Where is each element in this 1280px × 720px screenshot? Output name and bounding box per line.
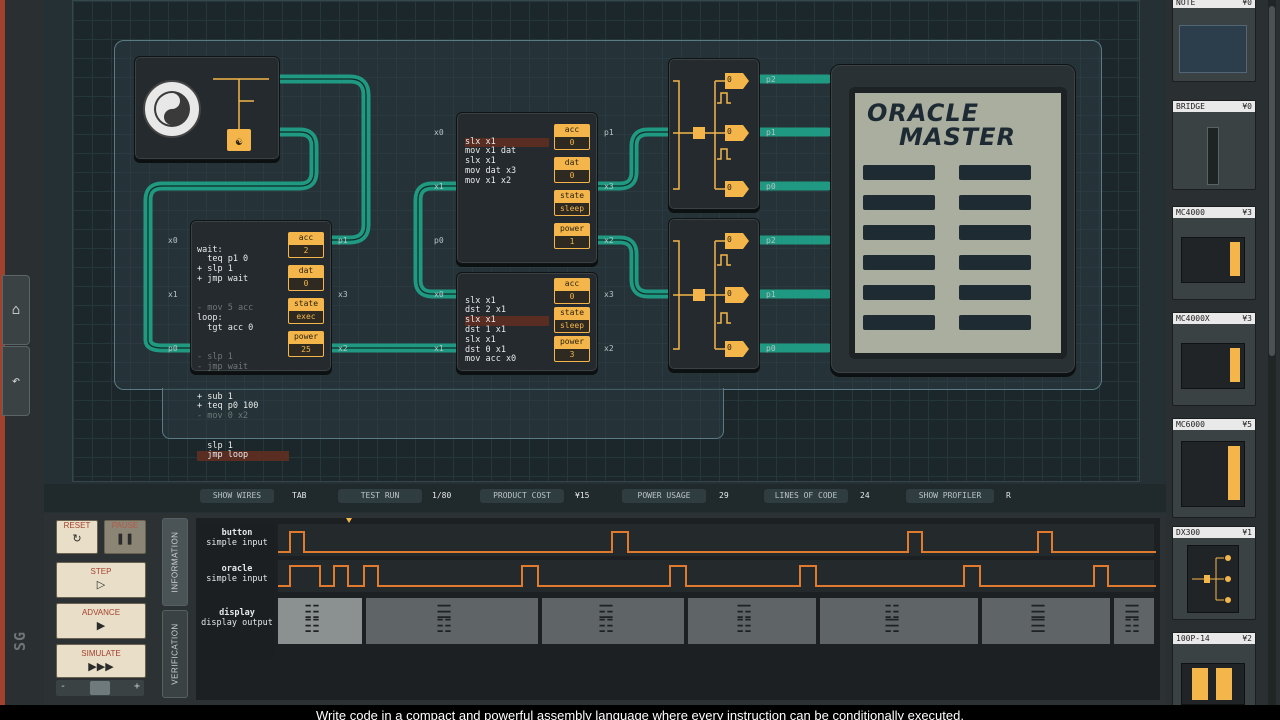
- display-frame: ☰ ☰: [982, 598, 1110, 644]
- part-100p-14[interactable]: 100P-14 ¥2: [1172, 632, 1256, 712]
- display-pattern-icon: ☷ ☴: [884, 602, 901, 637]
- scrollbar-thumb[interactable]: [1269, 6, 1275, 356]
- display-pattern-icon: ☰ ☷: [436, 602, 453, 637]
- display-pattern-icon: ☷ ☷: [304, 602, 321, 637]
- mc6000-chip-icon: [1181, 441, 1245, 507]
- oracle-trace: [278, 565, 1156, 587]
- part-name: MC4000X: [1176, 314, 1210, 323]
- part-cost: ¥2: [1242, 634, 1252, 643]
- mc4000x-chip-icon: [1181, 343, 1245, 389]
- part-name: BRIDGE: [1176, 102, 1205, 111]
- part-mc4000[interactable]: MC4000 ¥3: [1172, 206, 1256, 300]
- display-pattern-icon: ☲ ☷: [598, 602, 615, 637]
- note-icon: [1179, 25, 1247, 73]
- display-frame: ☲ ☷: [542, 598, 684, 644]
- part-cost: ¥1: [1242, 528, 1252, 537]
- part-dx300[interactable]: DX300 ¥1: [1172, 526, 1256, 620]
- part-name: DX300: [1176, 528, 1201, 537]
- part-cost: ¥5: [1242, 420, 1252, 429]
- part-mc6000[interactable]: MC6000 ¥5: [1172, 418, 1256, 518]
- dx300-chip-icon: [1187, 545, 1239, 613]
- display-frame: ☶ ☷: [688, 598, 816, 644]
- part-name: MC6000: [1176, 420, 1205, 429]
- part-name: 100P-14: [1176, 634, 1210, 643]
- mc4000-chip-icon: [1181, 237, 1245, 283]
- display-frame: ☷ ☴: [820, 598, 978, 644]
- part-bridge[interactable]: BRIDGE ¥0: [1172, 100, 1256, 190]
- part-cost: ¥0: [1242, 0, 1252, 7]
- time-cursor: [346, 518, 352, 523]
- caption-bar: Write code in a compact and powerful ass…: [0, 705, 1280, 720]
- part-cost: ¥3: [1242, 208, 1252, 217]
- display-pattern-icon: ☰ ☰: [1030, 602, 1047, 637]
- part-cost: ¥3: [1242, 314, 1252, 323]
- parts-scrollbar[interactable]: [1268, 0, 1276, 705]
- part-mc4000x[interactable]: MC4000X ¥3: [1172, 312, 1256, 406]
- display-frame: ☷ ☷: [278, 598, 362, 644]
- button-trace: [278, 531, 1156, 553]
- display-frame: ☰ ☷: [366, 598, 538, 644]
- part-note[interactable]: NOTE ¥0: [1172, 0, 1256, 82]
- display-pattern-icon: ☰ ☷: [1124, 602, 1141, 637]
- display-frame: ☰ ☷: [1114, 598, 1154, 644]
- part-name: NOTE: [1176, 0, 1196, 7]
- bridge-icon: [1207, 127, 1219, 185]
- part-name: MC4000: [1176, 208, 1205, 217]
- part-cost: ¥0: [1242, 102, 1252, 111]
- display-pattern-icon: ☶ ☷: [736, 602, 753, 637]
- 100p-14-chip-icon: [1181, 663, 1245, 705]
